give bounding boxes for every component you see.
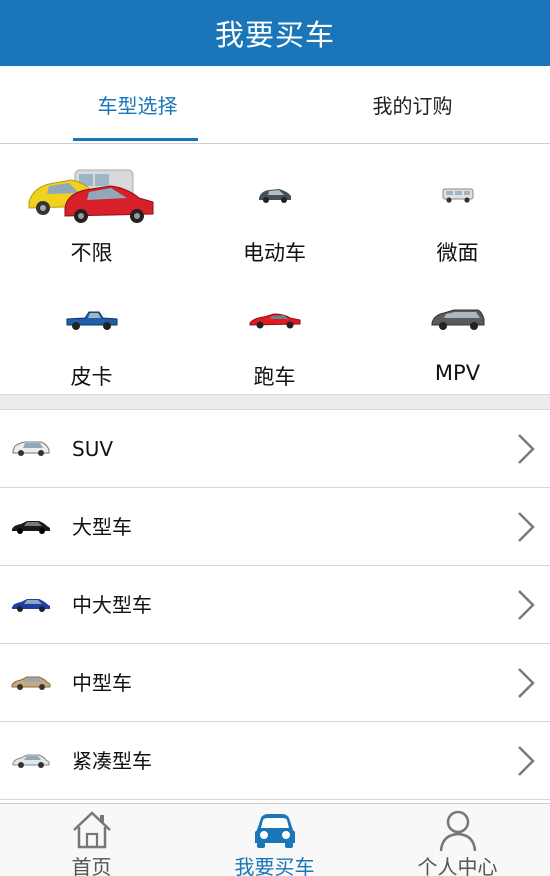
pickup-icon <box>66 311 117 330</box>
category-electric[interactable]: 电动车 <box>183 144 366 269</box>
list-item-label: 中大型车 <box>72 593 152 617</box>
section-divider <box>0 394 550 410</box>
minivan-icon <box>442 188 473 203</box>
home-icon <box>72 811 111 849</box>
list-item-mid-large[interactable]: 中大型车 <box>0 566 550 644</box>
category-label: 皮卡 <box>70 365 113 389</box>
mid-car-icon <box>11 676 51 690</box>
chevron-right-icon <box>518 434 535 464</box>
category-label: 电动车 <box>243 241 306 265</box>
car-group-icon <box>28 169 153 223</box>
list-item-label: 大型车 <box>72 515 132 539</box>
electric-car-icon <box>258 189 291 203</box>
chevron-right-icon <box>518 590 535 620</box>
category-pickup[interactable]: 皮卡 <box>0 269 183 394</box>
list-item-large[interactable]: 大型车 <box>0 488 550 566</box>
category-label: 微面 <box>436 241 479 265</box>
nav-profile[interactable]: 个人中心 <box>366 804 549 876</box>
bottom-navigation: 首页 我要买车 个人中心 <box>0 803 550 876</box>
list-item-suv[interactable]: SUV <box>0 410 550 488</box>
category-sports[interactable]: 跑车 <box>183 269 366 394</box>
list-item-label: 紧凑型车 <box>72 749 152 773</box>
category-minivan[interactable]: 微面 <box>366 144 549 269</box>
sports-car-icon <box>249 313 300 329</box>
nav-buy-car[interactable]: 我要买车 <box>183 804 366 876</box>
suv-icon <box>12 441 50 456</box>
nav-home[interactable]: 首页 <box>0 804 183 876</box>
list-item-mid[interactable]: 中型车 <box>0 644 550 722</box>
app-screen: 我要买车 车型选择 我的订购 不限 电动车 微面 皮卡 跑车 MPV SUV 大… <box>0 0 550 876</box>
category-label: MPV <box>434 361 481 385</box>
category-label: 跑车 <box>253 365 296 389</box>
active-tab-indicator <box>73 138 198 141</box>
chevron-right-icon <box>518 668 535 698</box>
car-size-list: SUV 大型车 中大型车 中型车 紧凑型车 <box>0 410 550 800</box>
nav-label: 个人中心 <box>417 855 498 876</box>
nav-label: 首页 <box>71 855 112 876</box>
large-car-icon <box>12 521 50 534</box>
list-item-label: SUV <box>72 437 114 461</box>
app-header: 我要买车 <box>0 0 550 66</box>
mid-large-car-icon <box>12 599 50 612</box>
tab-bar: 车型选择 我的订购 <box>0 66 550 144</box>
category-grid: 不限 电动车 微面 皮卡 跑车 MPV <box>0 144 550 394</box>
nav-label: 我要买车 <box>234 855 315 876</box>
category-mpv[interactable]: MPV <box>366 269 549 394</box>
chevron-right-icon <box>518 746 535 776</box>
category-label: 不限 <box>70 241 113 265</box>
person-icon <box>439 810 476 852</box>
tab-my-orders[interactable]: 我的订购 <box>275 66 550 143</box>
chevron-right-icon <box>518 512 535 542</box>
mpv-icon <box>431 309 484 330</box>
page-title: 我要买车 <box>214 18 335 52</box>
category-unlimited[interactable]: 不限 <box>0 144 183 269</box>
compact-car-icon <box>12 754 50 768</box>
tab-car-selection[interactable]: 车型选择 <box>0 66 275 143</box>
list-item-label: 中型车 <box>72 671 132 695</box>
list-item-compact[interactable]: 紧凑型车 <box>0 722 550 800</box>
car-front-icon <box>254 814 295 848</box>
